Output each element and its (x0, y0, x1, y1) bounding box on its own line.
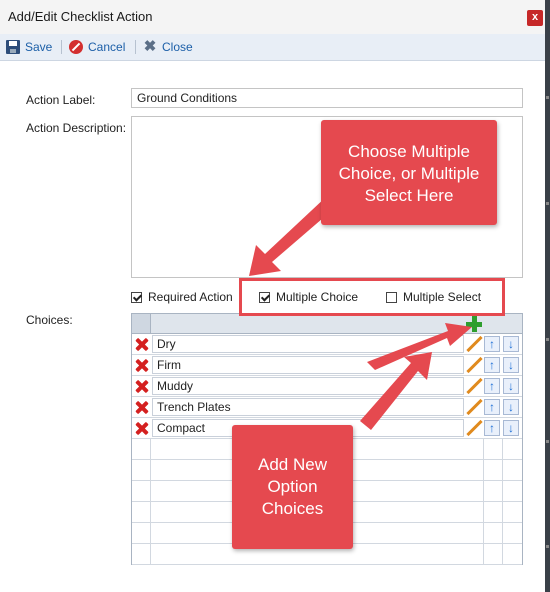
column-divider (502, 523, 503, 543)
move-up-icon[interactable]: ↑ (484, 420, 500, 436)
annotation-highlight-box (239, 278, 505, 316)
move-down-icon[interactable]: ↓ (503, 420, 519, 436)
save-button[interactable]: Save (6, 39, 52, 55)
column-divider (483, 502, 484, 522)
close-label: Close (162, 40, 193, 54)
column-divider (502, 439, 503, 459)
delete-icon[interactable] (134, 358, 149, 373)
choice-row: Firm ↑ ↓ (132, 355, 522, 376)
move-up-icon[interactable]: ↑ (484, 357, 500, 373)
column-divider (502, 460, 503, 480)
toolbar: Save Cancel ✖ Close (0, 34, 545, 61)
background-app-edge (545, 0, 550, 592)
move-up-icon[interactable]: ↑ (484, 399, 500, 415)
close-button[interactable]: ✖ Close (143, 39, 193, 55)
close-icon: ✖ (143, 38, 157, 55)
row-selector-cell (132, 502, 151, 522)
title-bar: Add/Edit Checklist Action x (0, 0, 550, 35)
action-label-caption: Action Label: (26, 93, 96, 107)
required-action-check-icon (131, 291, 142, 303)
move-down-icon[interactable]: ↓ (503, 378, 519, 394)
save-icon (6, 40, 20, 54)
delete-icon[interactable] (134, 421, 149, 436)
choices-grid-header (132, 314, 522, 334)
move-up-icon[interactable]: ↑ (484, 378, 500, 394)
row-selector-cell (132, 460, 151, 480)
window-close-icon[interactable]: x (527, 10, 543, 26)
row-selector-cell (132, 439, 151, 459)
choice-name-input[interactable]: Trench Plates (152, 398, 464, 416)
edit-icon[interactable] (466, 378, 482, 394)
edit-icon[interactable] (466, 357, 482, 373)
column-divider (483, 544, 484, 564)
row-selector-cell (132, 481, 151, 501)
required-action-label: Required Action (148, 290, 233, 304)
edit-icon[interactable] (466, 420, 482, 436)
row-selector-cell (132, 523, 151, 543)
edit-icon[interactable] (466, 399, 482, 415)
choice-name-input[interactable]: Muddy (152, 377, 464, 395)
column-divider (502, 502, 503, 522)
column-divider (483, 481, 484, 501)
toolbar-separator (61, 40, 62, 54)
column-divider (483, 523, 484, 543)
action-label-input[interactable]: Ground Conditions (131, 88, 523, 108)
save-label: Save (25, 40, 53, 54)
choice-name-input[interactable]: Dry (152, 335, 464, 353)
annotation-callout-top: Choose Multiple Choice, or Multiple Sele… (321, 120, 497, 225)
choice-name-input[interactable]: Firm (152, 356, 464, 374)
delete-icon[interactable] (134, 379, 149, 394)
toolbar-separator (135, 40, 136, 54)
column-divider (483, 439, 484, 459)
move-up-icon[interactable]: ↑ (484, 336, 500, 352)
window-title: Add/Edit Checklist Action (8, 9, 153, 24)
column-divider (483, 460, 484, 480)
delete-icon[interactable] (134, 337, 149, 352)
column-divider (502, 544, 503, 564)
move-down-icon[interactable]: ↓ (503, 336, 519, 352)
cancel-icon (69, 40, 83, 54)
cancel-button[interactable]: Cancel (69, 39, 125, 55)
action-description-caption: Action Description: (26, 121, 127, 135)
choice-row: Trench Plates ↑ ↓ (132, 397, 522, 418)
add-icon[interactable] (466, 316, 482, 332)
move-down-icon[interactable]: ↓ (503, 399, 519, 415)
choices-caption: Choices: (26, 313, 73, 327)
header-selector-cell (132, 314, 151, 333)
required-action-checkbox[interactable]: Required Action (131, 290, 233, 304)
row-selector-cell (132, 544, 151, 564)
edit-icon[interactable] (466, 336, 482, 352)
delete-icon[interactable] (134, 400, 149, 415)
move-down-icon[interactable]: ↓ (503, 357, 519, 373)
cancel-label: Cancel (88, 40, 126, 54)
choice-row: Dry ↑ ↓ (132, 334, 522, 355)
column-divider (502, 481, 503, 501)
choice-row: Muddy ↑ ↓ (132, 376, 522, 397)
annotation-callout-bottom: Add New Option Choices (232, 425, 353, 549)
